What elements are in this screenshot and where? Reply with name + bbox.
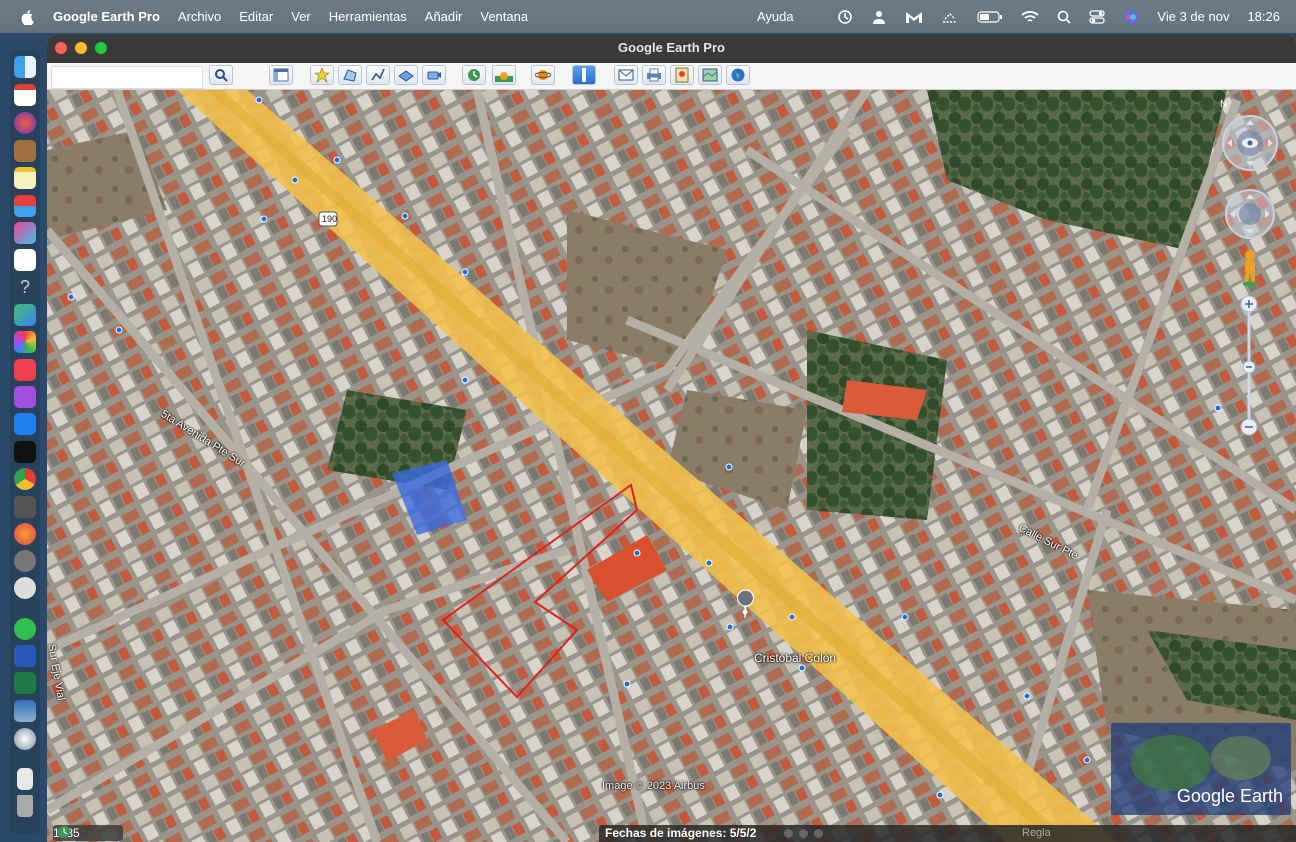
placemark-icon[interactable]	[310, 65, 334, 85]
zoom-out-button[interactable]	[1240, 418, 1258, 436]
music-icon[interactable]	[14, 359, 36, 381]
copyright-label: Image © 2023 Airbus	[602, 780, 705, 792]
menu-anadir[interactable]: Añadir	[416, 9, 472, 24]
search-input[interactable]	[51, 66, 203, 89]
trash-icon[interactable]	[17, 795, 33, 817]
earth-icon[interactable]	[726, 65, 750, 85]
notes-icon[interactable]	[14, 167, 36, 189]
search-icon[interactable]	[209, 65, 233, 85]
podcasts-icon[interactable]	[14, 386, 36, 408]
polygon-icon[interactable]	[338, 65, 362, 85]
menu-ventana[interactable]: Ventana	[471, 9, 537, 24]
control-center-icon[interactable]	[1089, 9, 1106, 24]
calendar-icon[interactable]	[14, 84, 36, 106]
status-area: Vie 3 de nov 18:26	[828, 0, 1296, 33]
help-icon[interactable]: ?	[14, 276, 36, 298]
historical-imagery-year[interactable]: 1985	[53, 825, 123, 841]
google-earth-logo: Google Earth	[1111, 723, 1291, 815]
menu-bar: Google Earth Pro Archivo Editar Ver Herr…	[0, 0, 1296, 33]
north-indicator[interactable]: N	[1220, 99, 1227, 110]
google-earth-dock-icon[interactable]	[14, 728, 36, 750]
whatsapp-icon[interactable]	[14, 618, 36, 640]
tour-icon[interactable]	[422, 65, 446, 85]
info-bar: Fechas de imágenes: 5/5/2 Regla	[599, 825, 1296, 842]
ruler-icon[interactable]	[572, 65, 596, 85]
status-dot	[814, 829, 823, 838]
clock-icon	[58, 826, 70, 838]
apple-tv-icon[interactable]	[14, 441, 36, 463]
finder-icon[interactable]	[14, 56, 36, 78]
photo-booth-icon[interactable]	[14, 195, 36, 217]
status-dot	[784, 829, 793, 838]
cast-icon[interactable]	[941, 10, 959, 24]
excel-icon[interactable]	[14, 672, 36, 694]
clock-time[interactable]: 18:26	[1247, 9, 1280, 24]
zoom-slider-handle[interactable]	[1242, 360, 1256, 374]
screenshot-icon[interactable]	[14, 496, 36, 518]
time-machine-icon[interactable]	[837, 9, 853, 25]
spotlight-icon[interactable]	[1057, 10, 1072, 24]
dock: ?	[10, 50, 40, 834]
title-bar: Google Earth Pro	[47, 35, 1296, 63]
safari-icon[interactable]	[14, 112, 36, 134]
menu-ver[interactable]: Ver	[282, 9, 320, 24]
battery-icon[interactable]	[977, 10, 1003, 24]
status-bar: 1985 Fechas de imágenes: 5/5/2 Regla	[47, 822, 1296, 842]
map-view[interactable]: 190 5ta Avenida Pte Sur Calle Sur Pte Su…	[47, 90, 1296, 842]
window-title: Google Earth Pro	[618, 40, 725, 55]
zoom-in-button[interactable]	[1240, 295, 1258, 313]
maps-icon[interactable]	[14, 304, 36, 326]
overlay-icon[interactable]	[394, 65, 418, 85]
close-window-button[interactable]	[55, 42, 67, 54]
launchpad-icon[interactable]	[14, 222, 36, 244]
look-joystick-icon[interactable]	[1222, 115, 1278, 171]
street-view-pegman-icon[interactable]	[1243, 250, 1257, 287]
move-joystick-icon[interactable]	[1225, 189, 1275, 239]
apple-icon[interactable]	[20, 9, 36, 25]
contacts-icon[interactable]	[14, 140, 36, 162]
navigation-controls: N	[1212, 90, 1282, 450]
wifi-icon[interactable]	[1021, 10, 1040, 24]
menu-herramientas[interactable]: Herramientas	[320, 9, 416, 24]
email-icon[interactable]	[614, 65, 638, 85]
sidebar-toggle-icon[interactable]	[269, 65, 293, 85]
view-in-maps-icon[interactable]	[698, 65, 722, 85]
app-menu[interactable]: Google Earth Pro	[44, 9, 169, 24]
planet-icon[interactable]	[531, 65, 555, 85]
place-label[interactable]: Cristóbal Colón	[754, 651, 836, 665]
path-icon[interactable]	[366, 65, 390, 85]
sun-icon[interactable]	[492, 65, 516, 85]
app-window: Google Earth Pro 190 5ta Avenida Pte Sur…	[47, 35, 1296, 842]
document-icon[interactable]	[17, 768, 33, 790]
google-earth-logo-text: Google Earth	[1176, 786, 1283, 806]
status-dot	[799, 829, 808, 838]
system-settings-icon[interactable]	[14, 550, 36, 572]
ruler-label: Regla	[1022, 827, 1051, 839]
user-icon[interactable]	[871, 9, 887, 25]
clock-date[interactable]: Vie 3 de nov	[1157, 9, 1229, 24]
save-image-icon[interactable]	[670, 65, 694, 85]
toolbar	[47, 63, 1296, 90]
preview-icon[interactable]	[14, 700, 36, 722]
minimize-window-button[interactable]	[75, 42, 87, 54]
app-store-icon[interactable]	[14, 413, 36, 435]
word-icon[interactable]	[14, 645, 36, 667]
malwarebytes-icon[interactable]	[905, 9, 923, 25]
menu-archivo[interactable]: Archivo	[169, 9, 230, 24]
zoom-window-button[interactable]	[95, 42, 107, 54]
route-shield-label: 190	[322, 214, 338, 224]
menu-editar[interactable]: Editar	[230, 9, 282, 24]
firefox-icon[interactable]	[14, 523, 36, 545]
menu-ayuda[interactable]: Ayuda	[748, 9, 803, 24]
chrome-icon[interactable]	[14, 468, 36, 490]
activity-icon[interactable]	[14, 577, 36, 599]
print-icon[interactable]	[642, 65, 666, 85]
imagery-date-label: Fechas de imágenes: 5/5/2	[605, 826, 757, 840]
reminders-icon[interactable]	[14, 249, 36, 271]
siri-icon[interactable]	[1123, 9, 1139, 25]
photos-icon[interactable]	[14, 331, 36, 353]
historical-imagery-icon[interactable]	[462, 65, 486, 85]
